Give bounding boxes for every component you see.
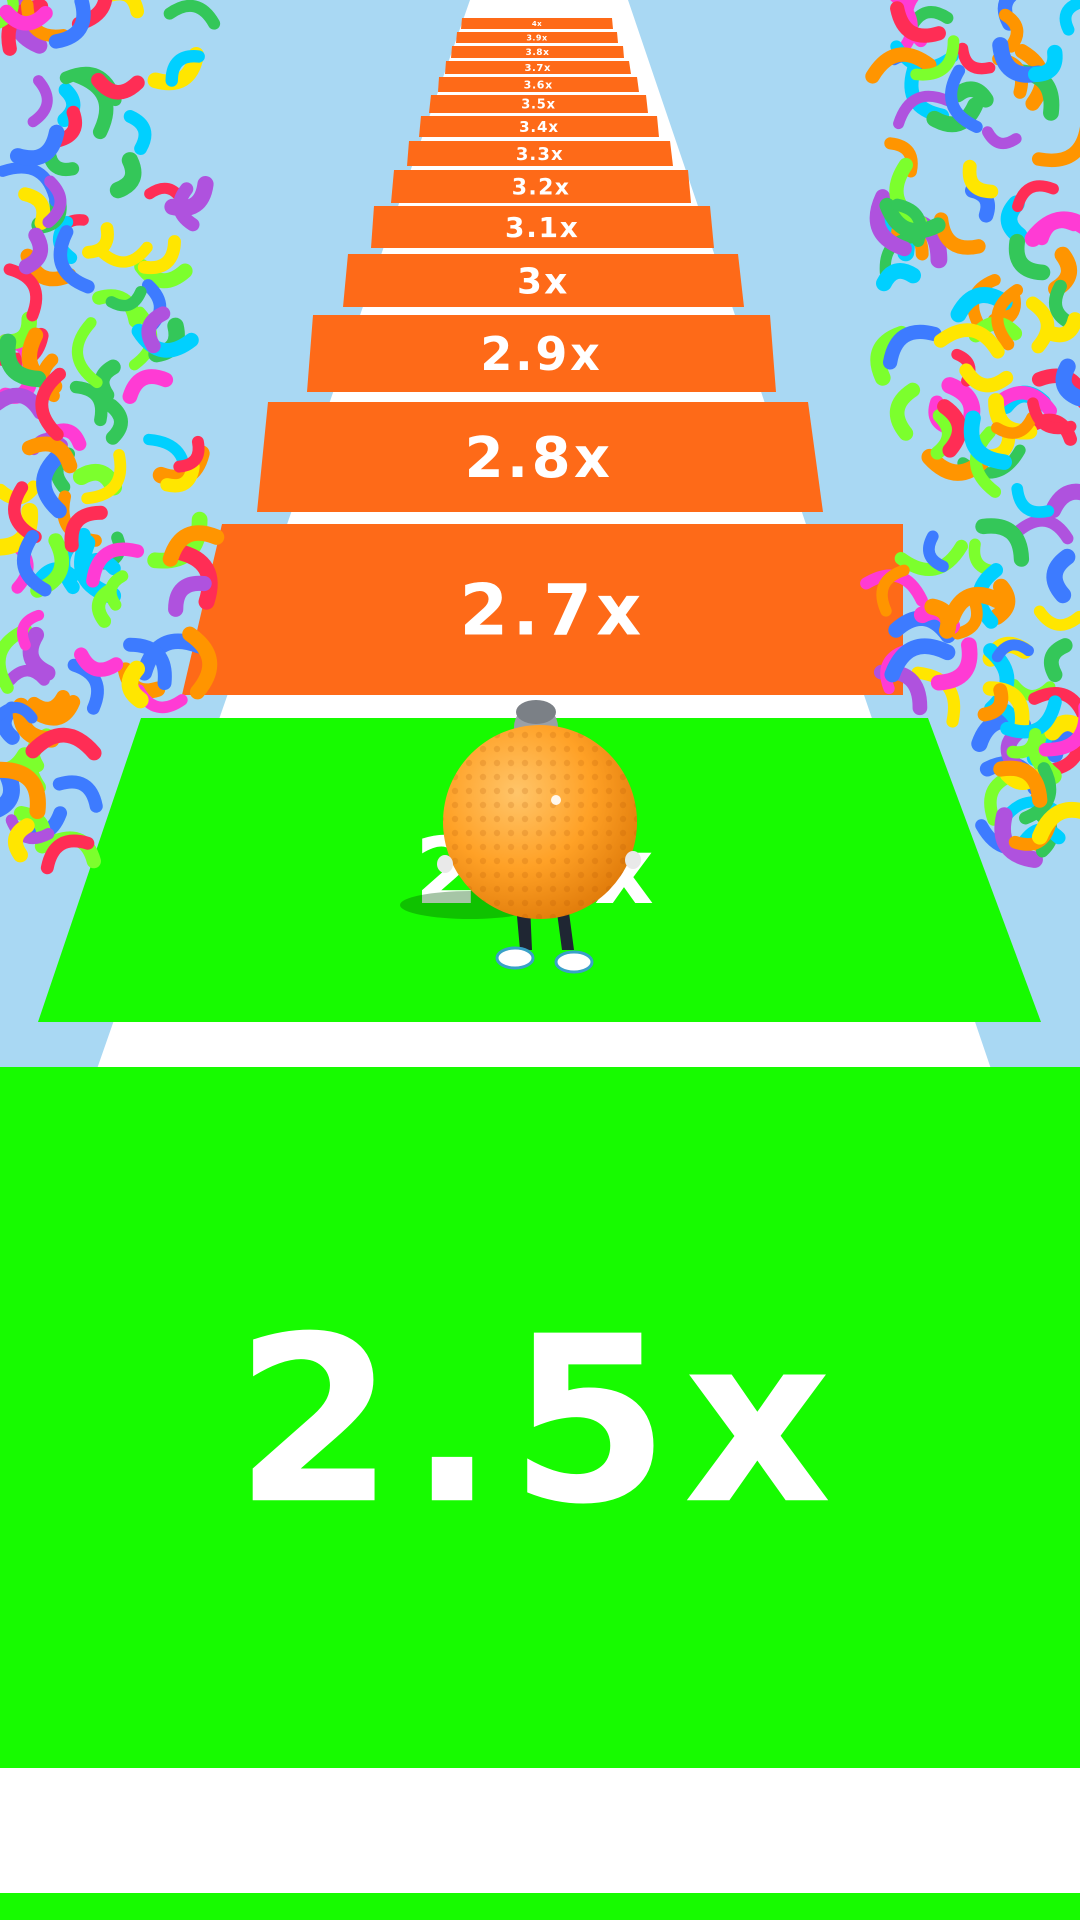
multiplier-label-14: 3.9x <box>526 33 548 42</box>
next-tile-edge <box>0 1893 1080 1920</box>
multiplier-label-7: 3.2x <box>512 175 570 200</box>
ball-highlight <box>551 795 561 805</box>
multiplier-label-8: 3.3x <box>516 144 564 165</box>
right-shoe <box>554 950 594 974</box>
multiplier-label-13: 3.8x <box>526 48 550 58</box>
player-hair <box>516 700 556 724</box>
multiplier-label-12: 3.7x <box>524 63 551 74</box>
multiplier-label-9: 3.4x <box>519 118 559 136</box>
multiplier-label-2: 2.7x <box>460 570 646 652</box>
game-scene: 2.5x2.5x2.7x2.8x2.9x3x3.1x3.2x3.3x3.4x3.… <box>0 0 1080 1920</box>
multiplier-label-0: 2.5x <box>235 1288 846 1555</box>
multiplier-label-11: 3.6x <box>524 78 553 91</box>
left-shoe <box>495 946 535 970</box>
golf-ball-dimples <box>443 725 637 919</box>
multiplier-label-5: 3x <box>517 261 570 302</box>
multiplier-label-3: 2.8x <box>465 426 614 491</box>
multiplier-label-10: 3.5x <box>521 98 556 113</box>
left-hand <box>437 855 453 873</box>
multiplier-label-6: 3.1x <box>505 211 579 244</box>
multiplier-label-4: 2.9x <box>480 327 602 381</box>
right-hand <box>625 851 641 869</box>
multiplier-label-15: 4x <box>532 20 542 28</box>
